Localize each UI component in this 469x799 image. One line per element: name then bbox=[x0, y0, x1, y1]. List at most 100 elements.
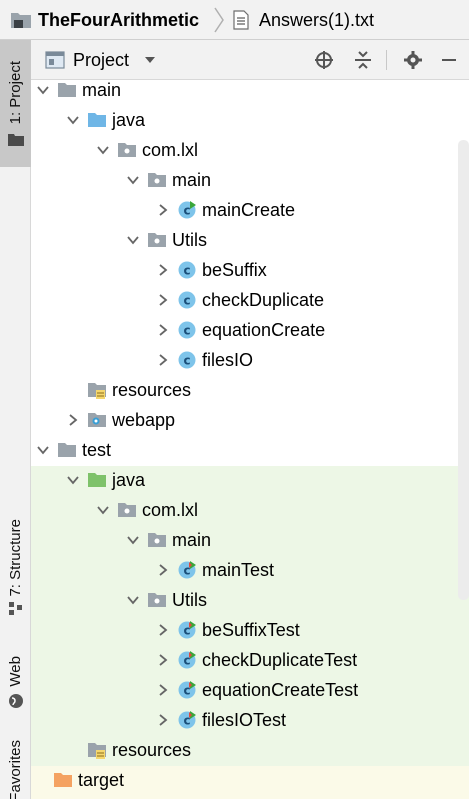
tree-node-label: equationCreateTest bbox=[202, 680, 359, 700]
resources-folder-icon bbox=[87, 740, 107, 760]
tree-node[interactable]: c beSuffixTest bbox=[31, 615, 469, 645]
chevron-down-icon[interactable] bbox=[125, 592, 141, 608]
tree-node[interactable]: resources bbox=[31, 375, 469, 405]
chevron-right-icon[interactable] bbox=[155, 562, 171, 578]
tab-structure[interactable]: 7: Structure bbox=[0, 505, 31, 630]
chevron-right-icon[interactable] bbox=[155, 652, 171, 668]
test-class-icon: c bbox=[177, 680, 197, 700]
project-name: TheFourArithmetic bbox=[38, 10, 200, 30]
chevron-right-icon[interactable] bbox=[155, 262, 171, 278]
chevron-down-icon[interactable] bbox=[125, 232, 141, 248]
chevron-down-icon[interactable] bbox=[65, 472, 81, 488]
class-main-icon: c bbox=[177, 200, 197, 220]
tree-node[interactable]: java bbox=[31, 105, 469, 135]
tree-node[interactable]: c mainCreate bbox=[31, 195, 469, 225]
chevron-right-icon[interactable] bbox=[155, 322, 171, 338]
tree-node[interactable]: com.lxl bbox=[31, 135, 469, 165]
test-class-icon: c bbox=[177, 710, 197, 730]
resources-folder-icon bbox=[87, 380, 107, 400]
chevron-down-icon[interactable] bbox=[95, 142, 111, 158]
package-icon bbox=[147, 530, 167, 550]
tree-node[interactable]: main bbox=[31, 165, 469, 195]
tree-node[interactable]: c beSuffix bbox=[31, 255, 469, 285]
file-name: Answers(1).txt bbox=[259, 10, 375, 30]
class-icon: c bbox=[177, 260, 197, 280]
tree-node-label: com.lxl bbox=[142, 140, 199, 160]
tree-node[interactable]: c filesIOTest bbox=[31, 705, 469, 735]
tree-node[interactable]: c mainTest bbox=[31, 555, 469, 585]
chevron-right-icon[interactable] bbox=[155, 712, 171, 728]
chevron-down-icon[interactable] bbox=[95, 502, 111, 518]
chevron-right-icon[interactable] bbox=[155, 352, 171, 368]
globe-icon bbox=[8, 693, 23, 708]
test-class-icon: c bbox=[177, 650, 197, 670]
project-tree: main java com.lxl main c mainCreate Utils c beSu… bbox=[31, 80, 469, 799]
locate-target-icon[interactable] bbox=[314, 50, 334, 70]
tree-node[interactable]: main bbox=[31, 80, 469, 105]
tree-node[interactable]: Utils bbox=[31, 225, 469, 255]
test-class-icon: c bbox=[177, 620, 197, 640]
chevron-down-icon[interactable] bbox=[125, 532, 141, 548]
chevron-right-icon[interactable] bbox=[155, 682, 171, 698]
divider bbox=[386, 50, 387, 70]
scrollbar[interactable] bbox=[458, 140, 469, 600]
tab-project[interactable]: 1: Project bbox=[0, 40, 31, 167]
tree-node-label: main bbox=[172, 530, 212, 550]
tree-node-label: checkDuplicate bbox=[202, 290, 325, 310]
tree-node-label: filesIO bbox=[202, 350, 254, 370]
chevron-right-icon[interactable] bbox=[155, 292, 171, 308]
svg-text:c: c bbox=[183, 204, 190, 218]
tab-structure-label: 7: Structure bbox=[7, 518, 24, 597]
text-file-icon bbox=[233, 10, 249, 30]
tree-node-label: main bbox=[172, 170, 212, 190]
project-panel-header: Project bbox=[31, 40, 469, 80]
package-icon bbox=[117, 500, 137, 520]
tree-node[interactable]: c filesIO bbox=[31, 345, 469, 375]
tab-favorites[interactable]: Favorites bbox=[0, 740, 31, 799]
gear-icon[interactable] bbox=[403, 50, 423, 70]
tree-node-label: java bbox=[112, 110, 146, 130]
project-view-selector[interactable]: Project bbox=[73, 49, 129, 71]
svg-text:c: c bbox=[183, 324, 190, 338]
tree-node[interactable]: c equationCreateTest bbox=[31, 675, 469, 705]
chevron-right-icon[interactable] bbox=[155, 622, 171, 638]
tree-node[interactable]: resources bbox=[31, 735, 469, 765]
folder-green-icon bbox=[87, 470, 107, 490]
tree-node[interactable]: test bbox=[31, 435, 469, 465]
breadcrumb-separator-icon bbox=[214, 7, 224, 33]
minimize-icon[interactable] bbox=[439, 50, 459, 70]
chevron-down-icon[interactable] bbox=[35, 82, 51, 98]
class-icon: c bbox=[177, 350, 197, 370]
chevron-down-icon[interactable] bbox=[143, 52, 157, 68]
tree-node[interactable]: c checkDuplicateTest bbox=[31, 645, 469, 675]
chevron-down-icon[interactable] bbox=[35, 442, 51, 458]
project-view-icon bbox=[45, 51, 65, 69]
tree-node[interactable]: main bbox=[31, 525, 469, 555]
tree-node[interactable]: target bbox=[31, 765, 469, 795]
navigation-bar: TheFourArithmetic Answers(1).txt bbox=[0, 0, 469, 40]
tab-web[interactable]: Web bbox=[0, 645, 31, 720]
tree-node[interactable]: c equationCreate bbox=[31, 315, 469, 345]
tree-node[interactable]: Utils bbox=[31, 585, 469, 615]
package-icon bbox=[147, 170, 167, 190]
tree-node[interactable]: c checkDuplicate bbox=[31, 285, 469, 315]
collapse-all-icon[interactable] bbox=[353, 50, 373, 70]
tree-node[interactable]: java bbox=[31, 465, 469, 495]
class-icon: c bbox=[177, 320, 197, 340]
chevron-right-icon[interactable] bbox=[65, 412, 81, 428]
breadcrumb-project[interactable]: TheFourArithmetic bbox=[10, 9, 199, 31]
structure-icon bbox=[8, 602, 22, 616]
svg-text:c: c bbox=[183, 354, 190, 368]
tree-node-label: Utils bbox=[172, 230, 207, 250]
tree-node[interactable]: com.lxl bbox=[31, 495, 469, 525]
chevron-down-icon[interactable] bbox=[125, 172, 141, 188]
tree-node-label: beSuffix bbox=[202, 260, 267, 280]
test-class-icon: c bbox=[177, 560, 197, 580]
chevron-right-icon[interactable] bbox=[155, 202, 171, 218]
tree-node-label: java bbox=[112, 470, 146, 490]
tree-node[interactable]: webapp bbox=[31, 405, 469, 435]
package-icon bbox=[147, 230, 167, 250]
package-icon bbox=[117, 140, 137, 160]
breadcrumb-file[interactable]: Answers(1).txt bbox=[232, 9, 374, 31]
chevron-down-icon[interactable] bbox=[65, 112, 81, 128]
